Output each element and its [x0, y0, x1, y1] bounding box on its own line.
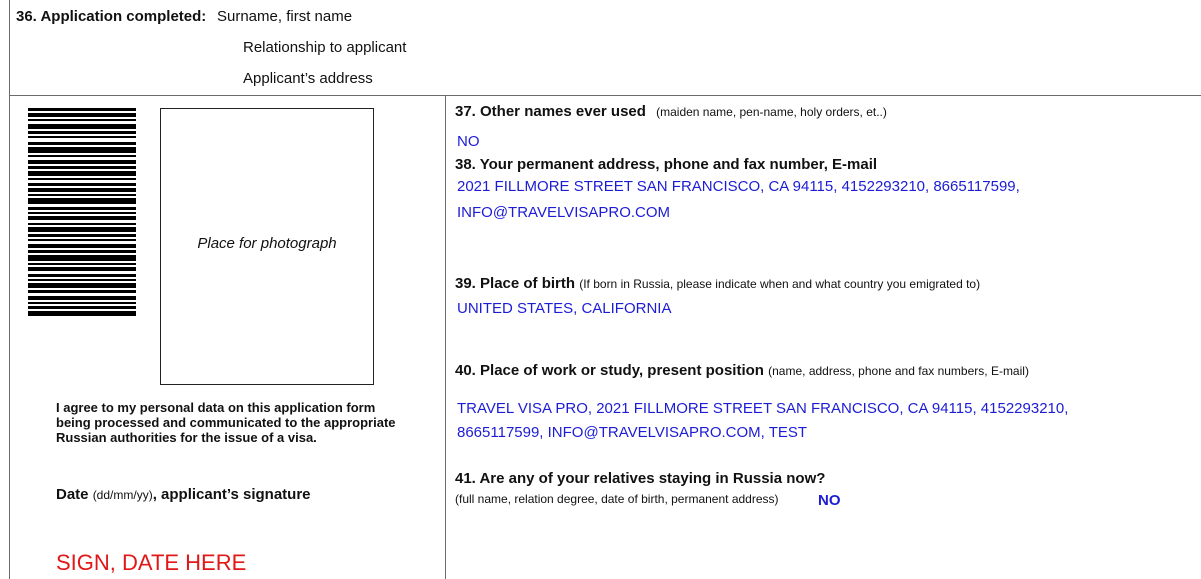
- q37-title: 37. Other names ever used: [455, 103, 646, 120]
- signature-label: , applicant’s signature: [152, 486, 311, 503]
- barcode-image: [28, 108, 136, 316]
- q37-label: 37. Other names ever used (maiden name, …: [455, 103, 887, 121]
- section-divider: [9, 95, 1201, 96]
- consent-text: I agree to my personal data on this appl…: [56, 400, 396, 445]
- q39-hint: (If born in Russia, please indicate when…: [579, 277, 981, 291]
- photo-placeholder[interactable]: Place for photograph: [160, 108, 374, 385]
- sign-here-text[interactable]: SIGN, DATE HERE: [56, 550, 246, 576]
- date-label: Date: [56, 486, 89, 503]
- visa-form-section: 36. Application completed: Surname, firs…: [0, 0, 1201, 579]
- q41-label: 41. Are any of your relatives staying in…: [455, 470, 826, 487]
- q40-title: 40. Place of work or study, present posi…: [455, 362, 764, 379]
- q37-answer[interactable]: NO: [457, 133, 480, 151]
- q36-label: 36. Application completed:: [16, 8, 207, 25]
- q38-answer-line2[interactable]: INFO@TRAVELVISAPRO.COM: [457, 204, 670, 222]
- q39-title: 39. Place of birth: [455, 275, 576, 292]
- q40-answer-line2[interactable]: 8665117599, INFO@TRAVELVISAPRO.COM, TEST: [457, 424, 807, 442]
- date-format-hint: (dd/mm/yy): [92, 488, 153, 502]
- q36-surname-line: Surname, first name: [217, 8, 353, 25]
- q38-label: 38. Your permanent address, phone and fa…: [455, 156, 878, 173]
- q38-answer-line1[interactable]: 2021 FILLMORE STREET SAN FRANCISCO, CA 9…: [457, 178, 1020, 196]
- q40-hint: (name, address, phone and fax numbers, E…: [768, 364, 1029, 378]
- q39-answer[interactable]: UNITED STATES, CALIFORNIA: [457, 300, 671, 318]
- q36-relationship-line: Relationship to applicant: [243, 39, 407, 56]
- q36-address-line: Applicant’s address: [243, 70, 373, 87]
- q37-hint: (maiden name, pen-name, holy orders, et.…: [656, 105, 887, 119]
- q40-label: 40. Place of work or study, present posi…: [455, 362, 1029, 380]
- date-signature-label: Date (dd/mm/yy), applicant’s signature: [56, 486, 311, 504]
- q41-hint: (full name, relation degree, date of bir…: [455, 492, 779, 506]
- left-border: [9, 0, 10, 579]
- column-divider: [445, 95, 446, 579]
- q41-answer[interactable]: NO: [818, 492, 841, 510]
- q39-label: 39. Place of birth (If born in Russia, p…: [455, 275, 980, 293]
- q40-answer-line1[interactable]: TRAVEL VISA PRO, 2021 FILLMORE STREET SA…: [457, 400, 1068, 418]
- photo-placeholder-label: Place for photograph: [197, 235, 337, 252]
